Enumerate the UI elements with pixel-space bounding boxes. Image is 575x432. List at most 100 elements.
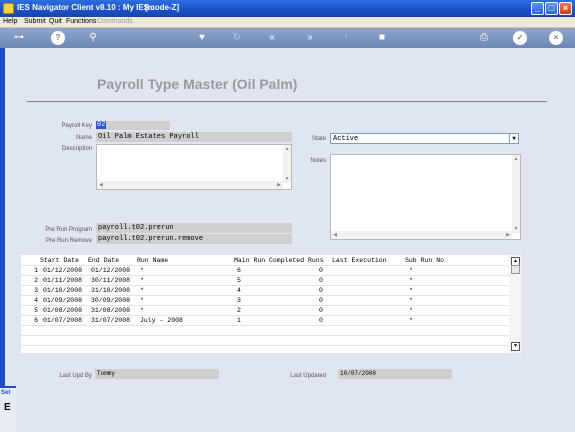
search-icon[interactable]: ⚲	[86, 31, 100, 45]
scroll-right-icon[interactable]: ▶	[504, 231, 512, 239]
col-run-name: Run Name	[137, 257, 169, 264]
cell-end[interactable]: 31/10/2008	[91, 287, 130, 294]
state-label: State	[311, 136, 326, 142]
cell-sub[interactable]: *	[409, 317, 413, 324]
state-select[interactable]: Active ▼	[330, 133, 519, 144]
refresh-icon[interactable]: ↻	[230, 31, 244, 45]
side-panel[interactable]: Set E	[0, 386, 16, 432]
cell-completed[interactable]: 0	[319, 297, 323, 304]
cell-start[interactable]: 01/07/2008	[43, 317, 82, 324]
stop-icon[interactable]: ■	[375, 31, 389, 45]
payroll-key-field[interactable]: 02	[96, 121, 170, 130]
scroll-thumb[interactable]	[511, 265, 520, 274]
cell-end[interactable]: 30/11/2008	[91, 277, 130, 284]
menu-submit[interactable]: Submit	[24, 18, 46, 25]
pre-run-remove-label: Pre Run Remove	[45, 238, 92, 244]
notes-field[interactable]: ▲ ▼ ◀ ▶	[330, 154, 521, 240]
scroll-left-icon[interactable]: ◀	[331, 231, 339, 239]
menu-quit[interactable]: Quit	[49, 18, 62, 25]
menu-commands[interactable]: Commands	[97, 18, 133, 25]
scroll-down-icon[interactable]: ▼	[512, 225, 520, 233]
menu-help[interactable]: Help	[3, 18, 17, 25]
cell-sub[interactable]: *	[409, 277, 413, 284]
scroll-left-icon[interactable]: ◀	[97, 181, 105, 189]
pre-run-program-label: Pre Run Program	[45, 227, 92, 233]
print-icon[interactable]: ⎙	[477, 31, 491, 45]
cell-end[interactable]: 30/09/2008	[91, 297, 130, 304]
cell-sub[interactable]: *	[409, 287, 413, 294]
name-field[interactable]: Oil Palm Estates Payroll	[96, 132, 292, 142]
maximize-button[interactable]: □	[545, 2, 558, 15]
last-upd-by-field: Tommy	[95, 369, 219, 379]
pre-run-program-field[interactable]: payroll.t02.prerun	[96, 223, 292, 233]
description-vscroll[interactable]: ▲ ▼	[283, 145, 291, 183]
ok-icon[interactable]: ✓	[513, 31, 527, 45]
scroll-down-icon[interactable]: ▼	[511, 342, 520, 351]
row-separator	[21, 265, 521, 266]
menu-functions[interactable]: Functions	[66, 18, 96, 25]
cell-completed[interactable]: 0	[319, 287, 323, 294]
cell-sub[interactable]: *	[409, 297, 413, 304]
window-mode: [mode-Z]	[145, 3, 180, 12]
window-title: IES Navigator Client v8.10 : My IES :	[17, 3, 154, 12]
title-bar: IES Navigator Client v8.10 : My IES : [m…	[0, 0, 575, 17]
runs-table: Start Date End Date Run Name Main Run Co…	[21, 255, 521, 353]
notes-label: Notes	[310, 158, 326, 164]
cell-completed[interactable]: 0	[319, 277, 323, 284]
row-separator	[21, 345, 521, 346]
cell-main[interactable]: 2	[237, 307, 241, 314]
forward-icon[interactable]: »	[303, 31, 317, 45]
cell-name[interactable]: *	[140, 267, 144, 274]
name-label: Name	[75, 135, 92, 141]
row-separator	[21, 315, 521, 316]
divider	[27, 101, 547, 102]
cell-main[interactable]: 4	[237, 287, 241, 294]
cell-main[interactable]: 5	[237, 277, 241, 284]
notes-vscroll[interactable]: ▲ ▼	[512, 155, 520, 233]
help-icon[interactable]: ?	[51, 31, 65, 45]
heart-icon[interactable]: ♥	[195, 31, 209, 45]
cell-completed[interactable]: 0	[319, 267, 323, 274]
close-icon[interactable]: ×	[549, 31, 563, 45]
cell-name[interactable]: July - 2008	[140, 317, 183, 324]
cell-completed[interactable]: 0	[319, 307, 323, 314]
cell-sub[interactable]: *	[409, 307, 413, 314]
notes-hscroll[interactable]: ◀ ▶	[331, 231, 512, 239]
last-updated-label: Last Updated	[290, 373, 326, 379]
col-completed-runs: Completed Runs	[269, 257, 324, 264]
cell-name[interactable]: *	[140, 307, 144, 314]
cell-name[interactable]: *	[140, 277, 144, 284]
cell-main[interactable]: 1	[237, 317, 241, 324]
cell-end[interactable]: 31/07/2008	[91, 317, 130, 324]
last-upd-by-label: Last Upd By	[59, 373, 92, 379]
scroll-up-icon[interactable]: ▲	[512, 155, 520, 163]
cell-end[interactable]: 31/08/2008	[91, 307, 130, 314]
rewind-icon[interactable]: «	[265, 31, 279, 45]
key-icon[interactable]: ⊶	[8, 31, 30, 45]
cell-end[interactable]: 01/12/2008	[91, 267, 130, 274]
cell-main[interactable]: 3	[237, 297, 241, 304]
up-icon[interactable]: ↑	[339, 31, 353, 45]
minimize-button[interactable]: _	[531, 2, 544, 15]
cell-start[interactable]: 01/12/2008	[43, 267, 82, 274]
cell-start[interactable]: 01/11/2008	[43, 277, 82, 284]
cell-name[interactable]: *	[140, 287, 144, 294]
cell-name[interactable]: *	[140, 297, 144, 304]
description-field[interactable]: ▲ ▼ ◀ ▶	[96, 144, 292, 190]
description-hscroll[interactable]: ◀ ▶	[97, 181, 283, 189]
cell-start[interactable]: 01/08/2008	[43, 307, 82, 314]
col-last-execution: Last Execution	[332, 257, 387, 264]
cell-completed[interactable]: 0	[319, 317, 323, 324]
chevron-down-icon[interactable]: ▼	[509, 134, 518, 143]
scroll-right-icon[interactable]: ▶	[275, 181, 283, 189]
close-window-button[interactable]: ×	[559, 2, 572, 15]
pre-run-remove-field[interactable]: payroll.t02.prerun.remove	[96, 234, 292, 244]
cell-sub[interactable]: *	[409, 267, 413, 274]
cell-start[interactable]: 01/10/2008	[43, 287, 82, 294]
table-vscroll[interactable]: ▲ ▼	[509, 255, 521, 353]
cell-start[interactable]: 01/09/2008	[43, 297, 82, 304]
row-number: 3	[34, 287, 38, 294]
scroll-down-icon[interactable]: ▼	[283, 175, 291, 183]
cell-main[interactable]: 6	[237, 267, 241, 274]
scroll-up-icon[interactable]: ▲	[283, 145, 291, 153]
